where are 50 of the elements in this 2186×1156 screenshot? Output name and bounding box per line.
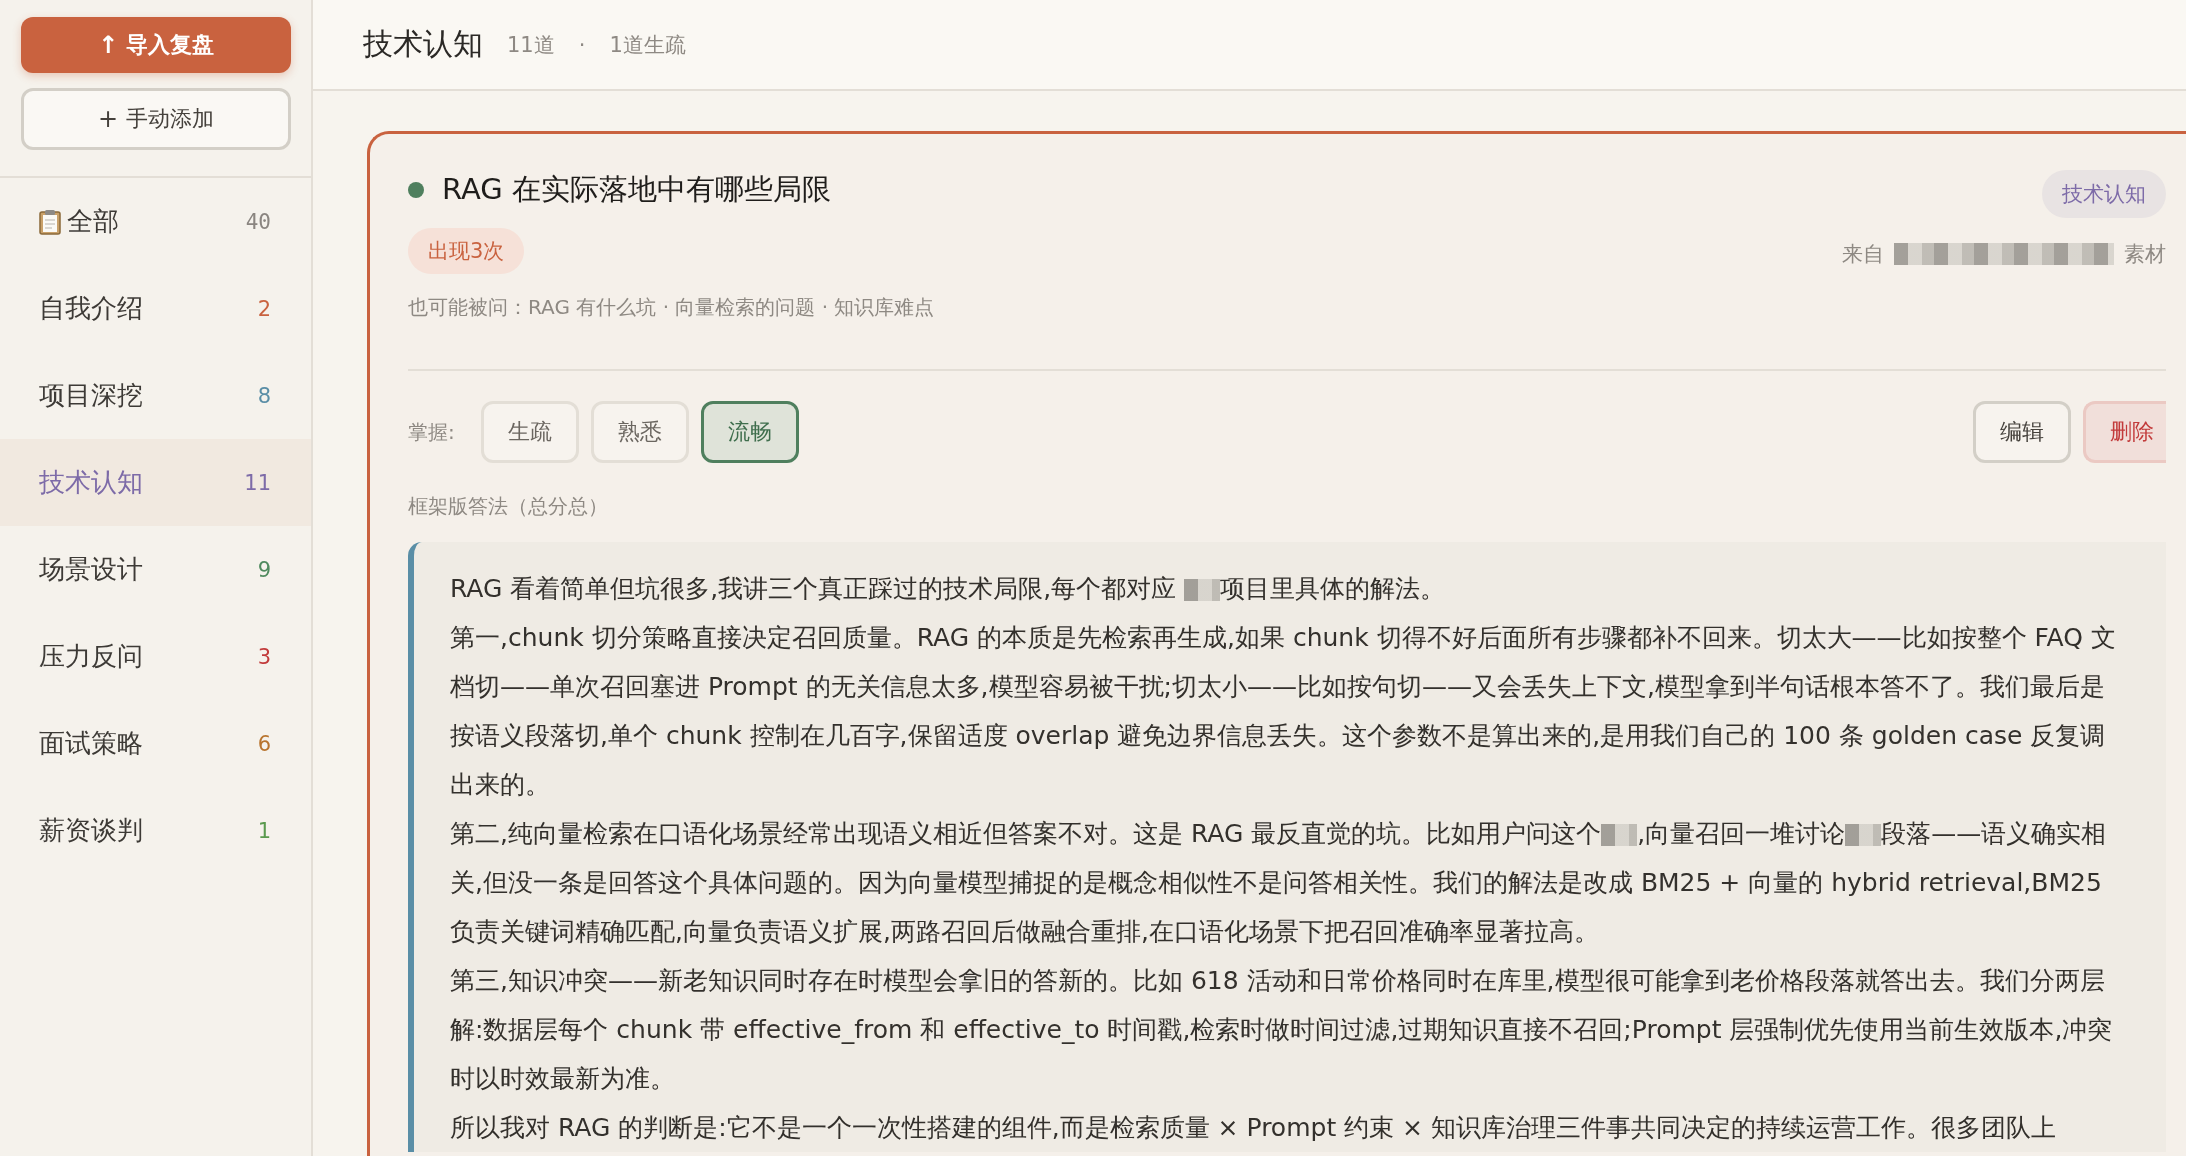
category-count: 40 bbox=[245, 209, 271, 234]
category-count: 1 bbox=[257, 818, 271, 843]
category-tag: 技术认知 bbox=[2042, 170, 2166, 218]
separator-dot: · bbox=[578, 32, 586, 57]
question-count: 11道 bbox=[507, 31, 555, 59]
mastery-option[interactable]: 熟悉 bbox=[590, 401, 689, 463]
answer-paragraph: 第二,纯向量检索在口语化场景经常出现语义相近但答案不对。这是 RAG 最反直觉的坑。比如用户问这个 ,向量召回一堆讨论 段落——语义确实相关,但没一条是回答这个具体问题的。因为向量模型捕捉的是概念相似性不是问答相关性。我们的解法是改成 BM25 + 向量的 hybrid retrieval,BM25 负责关键词精确匹配,向量负责语义扩展,两路召回后做融合重排,在口语化场景下把召回准确率显著拉高。 bbox=[450, 818, 2108, 948]
also-asked-text: 也可能被问：RAG 有什么坑 · 向量检索的问题 · 知识库难点 bbox=[408, 294, 935, 321]
question-title: RAG 在实际落地中有哪些局限 bbox=[442, 171, 831, 208]
mastery-option[interactable]: 生疏 bbox=[480, 401, 579, 463]
sidebar-item[interactable]: 压力反问 3 bbox=[0, 613, 311, 700]
import-button[interactable]: ↑ 导入复盘 bbox=[21, 17, 291, 73]
mastery-option[interactable]: 流畅 bbox=[700, 401, 799, 463]
category-label: 自我介绍 bbox=[39, 292, 144, 325]
occurrence-badge: 出现3次 bbox=[408, 228, 525, 274]
category-count: 11 bbox=[244, 470, 271, 495]
answer-paragraph: 所以我对 RAG 的判断是:它不是一个一次性搭建的组件,而是检索质量 × Prompt 约束 × 知识库治理三件事共同决定的持续运营工作。很多团队上 bbox=[450, 1112, 2057, 1144]
answer-paragraph: 第一,chunk 切分策略直接决定召回质量。RAG 的本质是先检索再生成,如果 chunk 切得不好后面所有步骤都补不回来。切太大——比如按整个 FAQ 文档切——单次召回塞进 Prompt 的无关信息太多,模型容易被干扰;切太小——比如按句切——又会丢失上下文,模型拿到半句话根本答不了。我们最后是按语义段落切,单个 chunk 控制在几百字,保留适度 overlap 避免边界信息丢失。这个参数不是算出来的,是用我们自己的 100 条 golden case 反复调出来的。 bbox=[450, 622, 2117, 801]
unfamiliar-count: 1道生疏 bbox=[609, 31, 686, 59]
answer-paragraph: RAG 看着简单但坑很多,我讲三个真正踩过的技术局限,每个都对应 项目里具体的解法。 bbox=[450, 573, 1447, 605]
status-dot bbox=[408, 182, 424, 198]
sidebar-item[interactable]: 自我介绍 2 bbox=[0, 265, 311, 352]
category-label: 场景设计 bbox=[39, 553, 144, 586]
category-label: 全部 bbox=[67, 205, 120, 238]
source-text: 来自 bbox=[1842, 241, 1884, 268]
category-label: 薪资谈判 bbox=[39, 814, 144, 847]
answer-paragraph: 第三,知识冲突——新老知识同时存在时模型会拿旧的答新的。比如 618 活动和日常价格同时在库里,模型很可能拿到老价格段落就答出去。我们分两层解:数据层每个 chunk 带 effective_from 和 effective_to 时间戳,检索时做时间过滤,过期知识直接不召回;Prompt 层强制优先使用当前生效版本,冲突时以时效最新为准。 bbox=[450, 965, 2114, 1095]
page-title: 技术认知 bbox=[363, 25, 483, 63]
category-count: 9 bbox=[257, 557, 271, 582]
sidebar-item[interactable]: 技术认知 11 bbox=[0, 439, 311, 526]
sidebar-item[interactable]: 全部 40 bbox=[0, 178, 311, 265]
sidebar-item[interactable]: 场景设计 9 bbox=[0, 526, 311, 613]
category-label: 技术认知 bbox=[39, 466, 144, 499]
category-count: 6 bbox=[257, 731, 271, 756]
clipboard-icon bbox=[39, 208, 61, 235]
sidebar-item[interactable]: 薪资谈判 1 bbox=[0, 787, 311, 874]
add-button[interactable]: + 手动添加 bbox=[21, 88, 291, 150]
sidebar-item[interactable]: 面试策略 6 bbox=[0, 700, 311, 787]
answer-label: 框架版答法（总分总） bbox=[408, 493, 609, 520]
category-count: 2 bbox=[257, 296, 271, 321]
delete-button[interactable]: 删除 bbox=[2083, 401, 2166, 463]
category-count: 8 bbox=[257, 383, 271, 408]
edit-button[interactable]: 编辑 bbox=[1973, 401, 2071, 463]
category-count: 3 bbox=[257, 644, 271, 669]
category-label: 压力反问 bbox=[39, 640, 144, 673]
mastery-label: 掌握: bbox=[408, 418, 455, 446]
sidebar-item[interactable]: 项目深挖 8 bbox=[0, 352, 311, 439]
category-label: 项目深挖 bbox=[39, 379, 144, 412]
source-text: 素材 bbox=[2124, 241, 2166, 268]
category-label: 面试策略 bbox=[39, 727, 144, 760]
